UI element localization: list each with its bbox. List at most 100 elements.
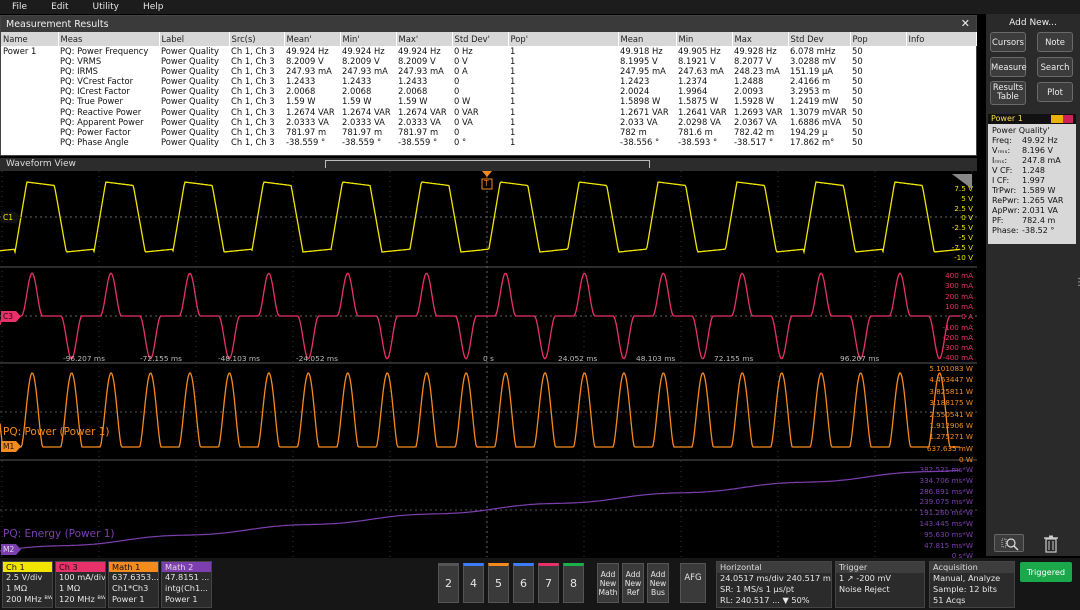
measure-button[interactable]: Measure — [990, 57, 1027, 77]
column-header[interactable]: Min — [676, 32, 733, 46]
acquisition-badge[interactable]: Acquisition Manual, Analyze Sample: 12 b… — [929, 561, 1015, 608]
column-header[interactable]: Std Dev' — [452, 32, 509, 46]
channel-4-button[interactable]: 4 — [463, 563, 484, 603]
column-header[interactable]: Std Dev — [788, 32, 851, 46]
table-cell: 8.1921 V — [678, 56, 716, 67]
ch3-axis-label: 200 mA — [945, 291, 973, 301]
badge-row-label: V CF: — [992, 166, 1013, 175]
channel-8-button[interactable]: 8 — [563, 563, 584, 603]
badge-row: ApPwr: 2.031 VA — [988, 206, 1076, 216]
column-header[interactable]: Min' — [340, 32, 397, 46]
horizontal-sample-rate: SR: 1 MS/s 1 µs/pt — [720, 584, 795, 594]
column-header[interactable]: Max — [732, 32, 789, 46]
channel-5-button[interactable]: 5 — [488, 563, 509, 603]
ch3-axis-label: 100 mA — [945, 301, 973, 311]
table-cell: 1.2488 — [734, 76, 764, 87]
add-new-ref-button[interactable]: Add New Ref — [622, 563, 644, 603]
channel-6-button[interactable]: 6 — [513, 563, 534, 603]
table-cell — [1, 117, 58, 127]
table-row[interactable]: PQ: VRMS Power Quality Ch 1, Ch 3 8.2009 V 8… — [1, 56, 976, 66]
table-row[interactable]: PQ: ICrest Factor Power Quality Ch 1, Ch 3… — [1, 86, 976, 96]
table-cell: 2.0333 VA — [342, 116, 385, 127]
table-cell: 1 — [510, 66, 516, 77]
table-cell: 49.928 Hz — [734, 46, 777, 56]
results-titlebar[interactable]: Measurement Results ✕ — [1, 16, 976, 32]
badge-row-label: RePwr: — [992, 196, 1020, 205]
column-header[interactable]: Src(s) — [229, 32, 285, 46]
table-cell: 1.2433 — [286, 76, 316, 87]
column-header[interactable]: Max' — [396, 32, 453, 46]
search-button[interactable]: Search — [1037, 57, 1073, 77]
column-header[interactable]: Meas — [58, 32, 160, 46]
column-header[interactable]: Label — [159, 32, 230, 46]
table-row[interactable]: PQ: IRMS Power Quality Ch 1, Ch 3 247.93 mA… — [1, 66, 976, 76]
zoom-icon[interactable] — [994, 534, 1024, 552]
menu-utility[interactable]: Utility — [81, 2, 131, 12]
note-button[interactable]: Note — [1037, 32, 1073, 52]
ch1-badge[interactable]: Ch 1 2.5 V/div 1 MΩ 200 MHz ᴮᵂ — [2, 561, 53, 608]
acquisition-mode: Manual, Analyze — [933, 573, 1001, 583]
ch3-axis-label: 400 mA — [945, 271, 973, 280]
table-cell — [906, 46, 976, 56]
math1-badge[interactable]: Math 1 637.6353... Ch1*Ch3 Power 1 — [108, 561, 159, 608]
math1-waveform-label: PQ: Power (Power 1) — [3, 426, 110, 438]
horizontal-scale: 24.0517 ms/div 240.517 ms — [720, 573, 831, 583]
table-cell: Power Quality — [161, 96, 219, 107]
math2-badge[interactable]: Math 2 47.8151 ... intg(Ch1... Power 1 — [161, 561, 212, 608]
table-row[interactable]: PQ: Phase Angle Power Quality Ch 1, Ch 3 -3… — [1, 137, 976, 147]
ch3-badge[interactable]: Ch 3 100 mA/div 1 MΩ 120 MHz ᴮᵂ — [55, 561, 106, 608]
math1-axis-label: 4.463447 W — [929, 375, 973, 385]
table-cell: 247.93 mA — [342, 66, 388, 77]
table-cell: 0 V — [454, 56, 468, 67]
waveform-canvas[interactable] — [0, 171, 977, 557]
table-cell: Ch 1, Ch 3 — [231, 126, 275, 137]
table-cell: 0 VA — [454, 116, 473, 127]
column-header[interactable]: Name — [1, 32, 59, 46]
table-row[interactable]: PQ: Reactive Power Power Quality Ch 1, Ch … — [1, 107, 976, 117]
table-cell: PQ: Reactive Power — [60, 106, 142, 117]
column-header[interactable]: Pop' — [508, 32, 619, 46]
badge-row-label: PF: — [992, 216, 1004, 225]
table-cell — [906, 107, 976, 117]
table-row[interactable]: PQ: VCrest Factor Power Quality Ch 1, Ch 3… — [1, 76, 976, 86]
table-row[interactable]: PQ: True Power Power Quality Ch 1, Ch 3 1.5… — [1, 96, 976, 106]
channel-2-button[interactable]: 2 — [438, 563, 459, 603]
column-header[interactable]: Mean — [618, 32, 677, 46]
waveform-view[interactable]: 7.5 V5 V 2.5 V0 V -2.5 V -5 V -7.5 V -10 V 400… — [0, 171, 977, 560]
trash-icon[interactable] — [1042, 534, 1060, 554]
menu-help[interactable]: Help — [131, 2, 176, 12]
add-new-bus-button[interactable]: Add New Bus — [647, 563, 669, 603]
table-cell: 1.2419 mW — [790, 96, 839, 107]
cursors-button[interactable]: Cursors — [990, 32, 1026, 52]
column-header[interactable]: Pop — [850, 32, 907, 46]
column-header[interactable]: Info — [906, 32, 977, 46]
table-row[interactable]: PQ: Apparent Power Power Quality Ch 1, Ch … — [1, 117, 976, 127]
results-table: Name Meas Label Src(s) Mean' Min' Max' Std Dev'… — [1, 32, 977, 147]
power-results-badge[interactable]: Power 1 Power Quality' Freq: 49.92 Hz Vᵣₘₛ… — [988, 114, 1076, 244]
plot-button[interactable]: Plot — [1037, 82, 1073, 102]
table-row[interactable]: PQ: Power Factor Power Quality Ch 1, Ch 3 7… — [1, 127, 976, 137]
add-new-math-button[interactable]: Add New Math — [597, 563, 619, 603]
badge-row-value: 8.196 V — [1022, 146, 1053, 155]
badge-subtitle: Power Quality' — [992, 126, 1050, 135]
table-row[interactable]: Power 1 PQ: Power Frequency Power Quality C… — [1, 46, 976, 56]
menu-file[interactable]: File — [0, 2, 39, 12]
column-header[interactable]: Mean' — [284, 32, 341, 46]
trigger-badge[interactable]: Trigger 1 ↗ -200 mV Noise Reject — [835, 561, 925, 608]
panel-resize-handle[interactable]: ⋮ — [1074, 278, 1080, 296]
channel-7-button[interactable]: 7 — [538, 563, 559, 603]
record-view-bar[interactable] — [325, 160, 650, 168]
ch1-axis-label: -10 V — [954, 252, 973, 262]
results-table-button[interactable]: Results Table — [990, 81, 1026, 105]
table-cell: Ch 1, Ch 3 — [231, 76, 275, 87]
table-cell: 0 — [454, 126, 460, 137]
menu-edit[interactable]: Edit — [39, 2, 80, 12]
close-icon[interactable]: ✕ — [961, 17, 970, 30]
acquisition-sample: Sample: 12 bits — [933, 584, 998, 594]
table-cell: PQ: Power Factor — [60, 126, 131, 137]
table-cell: 2.0024 — [620, 86, 650, 97]
table-cell — [1, 127, 58, 137]
triggered-status-button[interactable]: Triggered — [1020, 562, 1072, 582]
horizontal-badge[interactable]: Horizontal 24.0517 ms/div 240.517 ms SR:… — [716, 561, 832, 608]
afg-button[interactable]: AFG — [680, 563, 706, 603]
